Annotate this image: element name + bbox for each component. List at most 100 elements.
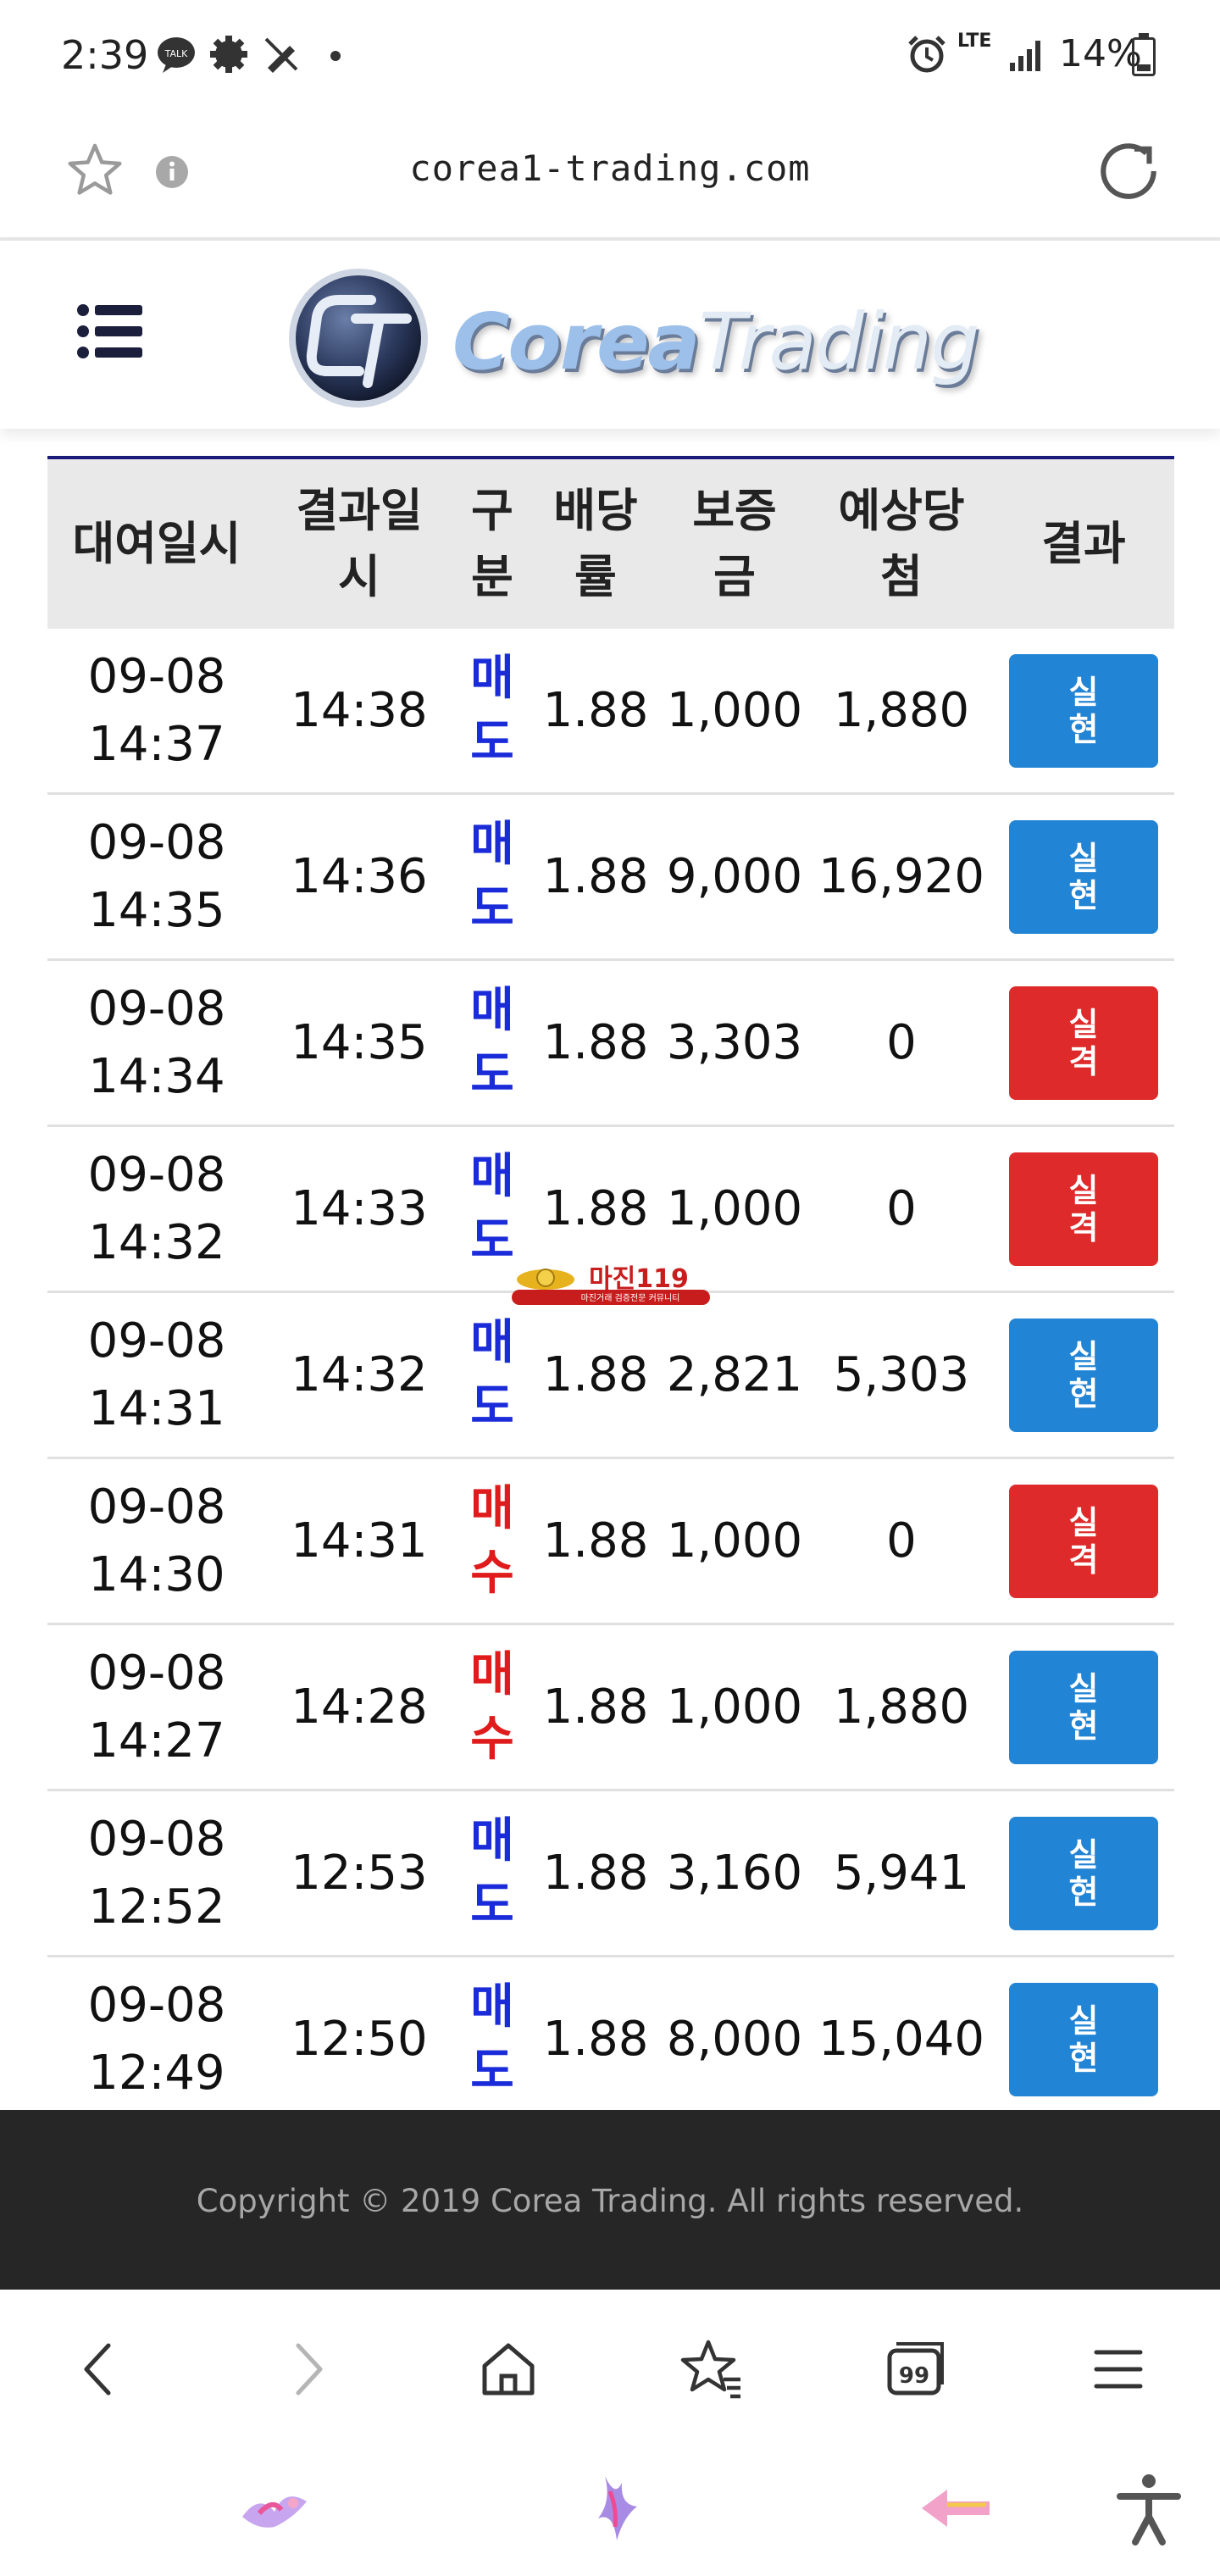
settings-gear-icon bbox=[210, 36, 247, 73]
cell-result-time: 14:35 bbox=[291, 1014, 428, 1070]
cell-rent-datetime: 09-08 14:27 bbox=[87, 1645, 226, 1768]
cell-expected-win: 5,303 bbox=[833, 1346, 970, 1402]
forward-icon[interactable] bbox=[273, 2335, 341, 2403]
home-icon[interactable] bbox=[474, 2335, 542, 2403]
result-button[interactable]: 실현 bbox=[1009, 653, 1158, 768]
cell-result-time: 12:53 bbox=[291, 1845, 428, 1901]
result-button[interactable]: 실현 bbox=[1009, 1650, 1158, 1764]
result-button[interactable]: 실현 bbox=[1009, 1816, 1158, 1930]
logo-text-main: Corea bbox=[452, 297, 701, 387]
copyright-text: Copyright © 2019 Corea Trading. All righ… bbox=[196, 2183, 1024, 2219]
hamburger-menu-icon[interactable] bbox=[76, 302, 144, 361]
result-button[interactable]: 실격 bbox=[1009, 1484, 1158, 1598]
cell-rent-datetime: 09-08 14:31 bbox=[87, 1313, 226, 1436]
cell-expected-win: 1,880 bbox=[833, 1679, 970, 1735]
watermark-subtitle: 마진거래 검증전문 커뮤니티 bbox=[581, 1293, 680, 1303]
cell-deposit: 1,000 bbox=[666, 682, 803, 738]
cell-type: 매도 bbox=[470, 1979, 514, 2099]
table-row: 09-08 12:49 12:50 매 도 1.88 8,000 15,040 실 현 bbox=[47, 1957, 1174, 2124]
status-bar: 2:39 TALK LTE 14% bbox=[0, 0, 1220, 110]
cell-type: 매도 bbox=[470, 982, 514, 1102]
cell-rate: 1.88 bbox=[542, 682, 649, 738]
cell-result: 실현 bbox=[993, 1982, 1174, 2096]
cell-deposit: 2,821 bbox=[666, 1346, 803, 1402]
header-expected-win: 예상당 첨 bbox=[838, 484, 965, 603]
accessibility-icon[interactable] bbox=[1108, 2468, 1190, 2549]
cell-rate: 1.88 bbox=[542, 1679, 649, 1735]
table-row: 09-08 14:34 14:35 매 도 1.88 3,303 0 실 격 bbox=[47, 961, 1174, 1127]
logo-emblem bbox=[289, 269, 428, 408]
watermark-logo: 마진119 마진거래 검증전문 커뮤니티 bbox=[512, 1264, 710, 1305]
cell-expected-win: 16,920 bbox=[818, 848, 984, 904]
browser-url-bar: corea1-trading.com bbox=[0, 110, 1220, 241]
cell-result: 실격 bbox=[993, 1152, 1174, 1266]
cell-rate: 1.88 bbox=[542, 1346, 649, 1402]
header-result-time: 결과일 시 bbox=[296, 484, 423, 603]
cell-deposit: 3,303 bbox=[666, 1014, 803, 1070]
site-logo[interactable]: CoreaTrading bbox=[286, 266, 979, 410]
cell-result: 실격 bbox=[993, 1484, 1174, 1598]
tabs-count: 99 bbox=[899, 2363, 929, 2389]
cell-expected-win: 0 bbox=[886, 1014, 917, 1070]
cell-type: 매도 bbox=[470, 650, 514, 770]
cell-type: 매도 bbox=[470, 1314, 514, 1435]
table-body: 09-08 14:37 14:38 매 도 1.88 1,000 1,880 실 현 09-08 14… bbox=[47, 629, 1174, 2124]
app-shortcut-icon[interactable] bbox=[234, 2468, 315, 2549]
cell-result: 실현 bbox=[993, 1816, 1174, 1930]
menu-icon[interactable] bbox=[1084, 2335, 1152, 2403]
result-button[interactable]: 실격 bbox=[1009, 985, 1158, 1100]
cell-deposit: 8,000 bbox=[666, 2011, 803, 2067]
table-header-row: 대여일시 결과일 시 구분 배당 률 보증 금 예상당 첨 결과 bbox=[47, 456, 1174, 629]
cell-type: 매수 bbox=[470, 1480, 514, 1601]
browser-bottom-bar: 99 bbox=[0, 2290, 1220, 2434]
header-deposit: 보증 금 bbox=[692, 484, 777, 603]
result-button[interactable]: 실현 bbox=[1009, 1982, 1158, 2096]
logo-text-light: Trading bbox=[698, 297, 980, 387]
logo-text: CoreaTrading bbox=[452, 297, 979, 387]
cell-expected-win: 0 bbox=[886, 1180, 917, 1236]
cell-rent-datetime: 09-08 14:30 bbox=[87, 1479, 226, 1602]
cell-expected-win: 15,040 bbox=[818, 2011, 984, 2067]
cell-rate: 1.88 bbox=[542, 1180, 649, 1236]
status-time: 2:39 bbox=[61, 32, 149, 78]
site-footer: Copyright © 2019 Corea Trading. All righ… bbox=[0, 2110, 1220, 2290]
talk-icon: TALK bbox=[158, 37, 195, 73]
cell-result: 실현 bbox=[993, 819, 1174, 934]
cell-rent-datetime: 09-08 12:52 bbox=[87, 1811, 226, 1935]
cell-deposit: 1,000 bbox=[666, 1180, 803, 1236]
table-row: 09-08 14:27 14:28 매 수 1.88 1,000 1,880 실 현 bbox=[47, 1625, 1174, 1791]
cell-deposit: 1,000 bbox=[666, 1679, 803, 1735]
back-gesture-icon[interactable] bbox=[915, 2468, 996, 2549]
cell-rate: 1.88 bbox=[542, 1845, 649, 1901]
url-text[interactable]: corea1-trading.com bbox=[0, 147, 1220, 189]
cell-type: 매도 bbox=[470, 1148, 514, 1269]
table-row: 09-08 14:30 14:31 매 수 1.88 1,000 0 실 격 bbox=[47, 1459, 1174, 1625]
table-row: 09-08 12:52 12:53 매 도 1.88 3,160 5,941 실 현 bbox=[47, 1791, 1174, 1957]
cell-expected-win: 0 bbox=[886, 1513, 917, 1568]
cell-rent-datetime: 09-08 12:49 bbox=[87, 1977, 226, 2101]
cell-type: 매도 bbox=[470, 1813, 514, 1933]
cell-result: 실현 bbox=[993, 1318, 1174, 1432]
result-button[interactable]: 실현 bbox=[1009, 1318, 1158, 1432]
result-button[interactable]: 실현 bbox=[1009, 819, 1158, 934]
bookmarks-icon[interactable] bbox=[678, 2335, 746, 2403]
result-button[interactable]: 실격 bbox=[1009, 1152, 1158, 1266]
cell-result-time: 14:33 bbox=[291, 1180, 428, 1236]
cell-result: 실격 bbox=[993, 985, 1174, 1100]
reload-icon[interactable] bbox=[1093, 136, 1164, 207]
cell-deposit: 3,160 bbox=[666, 1845, 803, 1901]
tabs-icon[interactable]: 99 bbox=[881, 2335, 949, 2403]
cell-result: 실현 bbox=[993, 653, 1174, 768]
cell-result-time: 14:38 bbox=[291, 682, 428, 738]
back-icon[interactable] bbox=[66, 2335, 134, 2403]
cell-rent-datetime: 09-08 14:34 bbox=[87, 980, 226, 1104]
cell-rent-datetime: 09-08 14:37 bbox=[87, 648, 226, 772]
app-shortcut-icon-2[interactable] bbox=[573, 2468, 654, 2549]
alarm-icon bbox=[908, 36, 946, 73]
battery-icon bbox=[1132, 33, 1156, 76]
cell-result: 실현 bbox=[993, 1650, 1174, 1764]
cell-rate: 1.88 bbox=[542, 1513, 649, 1568]
signal-icon bbox=[1010, 41, 1040, 71]
cell-rate: 1.88 bbox=[542, 848, 649, 904]
table-row: 09-08 14:31 14:32 매 도 1.88 2,821 5,303 실 현 bbox=[47, 1293, 1174, 1459]
